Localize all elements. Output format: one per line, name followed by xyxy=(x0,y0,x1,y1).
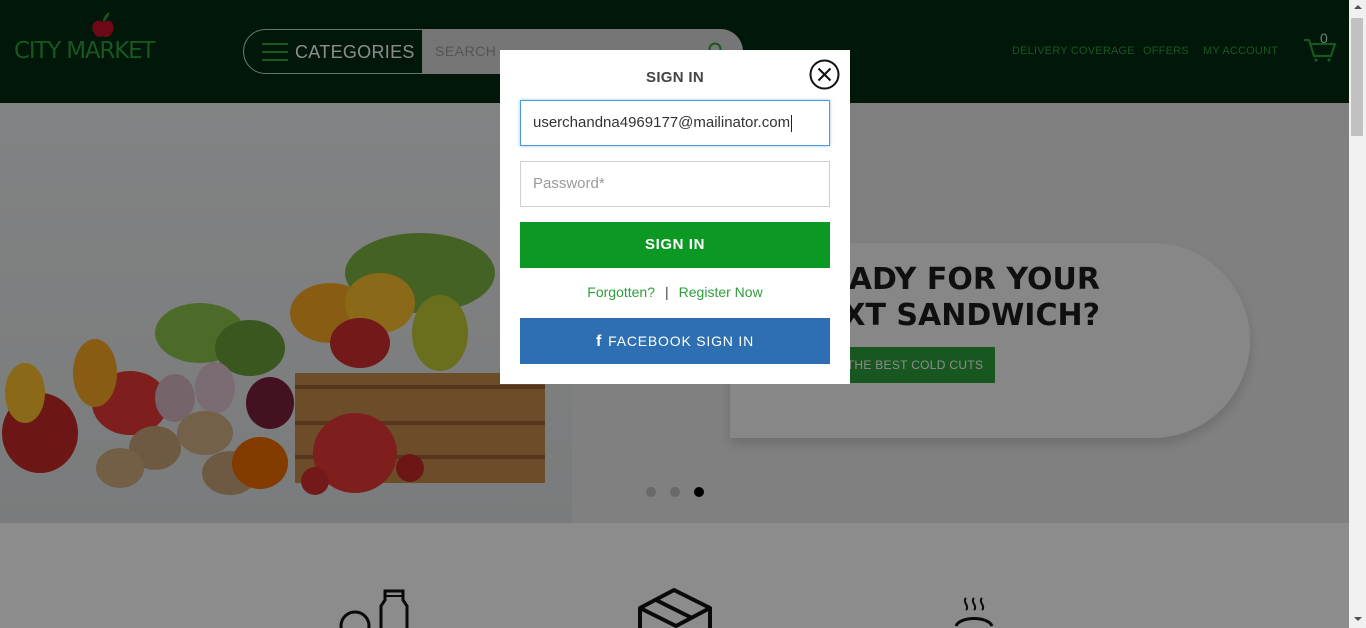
sign-in-button[interactable]: SIGN IN xyxy=(520,222,830,268)
text-caret xyxy=(791,114,793,132)
scroll-up-arrow-icon[interactable] xyxy=(1353,4,1363,10)
email-value: userchandna4969177@mailinator.com xyxy=(533,114,791,131)
password-field[interactable]: Password* xyxy=(520,161,830,207)
forgot-password-link[interactable]: Forgotten? xyxy=(587,284,655,300)
scrollbar-thumb[interactable] xyxy=(1351,18,1363,136)
modal-title: SIGN IN xyxy=(646,69,704,86)
facebook-sign-in-label: FACEBOOK SIGN IN xyxy=(608,333,754,349)
scroll-down-arrow-icon[interactable] xyxy=(1353,616,1363,622)
facebook-icon: f xyxy=(596,333,603,350)
account-links: Forgotten? | Register Now xyxy=(500,284,850,300)
register-now-link[interactable]: Register Now xyxy=(679,284,763,300)
password-placeholder: Password* xyxy=(533,175,605,192)
email-field[interactable]: userchandna4969177@mailinator.com xyxy=(520,100,830,146)
link-separator: | xyxy=(665,284,669,300)
sign-in-modal: SIGN IN userchandna4969177@mailinator.co… xyxy=(500,50,850,384)
facebook-sign-in-button[interactable]: f FACEBOOK SIGN IN xyxy=(520,318,830,364)
close-icon[interactable] xyxy=(809,59,840,90)
